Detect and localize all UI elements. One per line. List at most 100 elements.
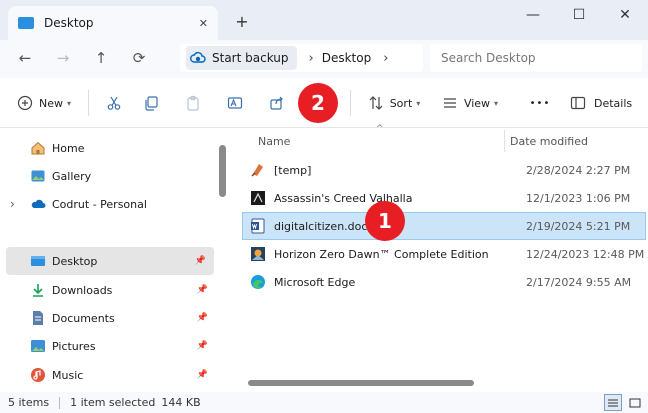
game-shortcut-icon [250, 190, 266, 206]
file-name: Horizon Zero Dawn™ Complete Edition [274, 247, 489, 261]
file-date: 12/1/2023 1:06 PM [526, 191, 631, 205]
rename-icon [227, 97, 243, 109]
sidebar-item-home[interactable]: Home [30, 134, 216, 162]
scissors-icon [107, 96, 121, 110]
back-button[interactable]: ← [6, 42, 44, 74]
edge-browser-icon [250, 274, 266, 290]
selection-status: 1 item selected [70, 396, 156, 409]
sidebar-item-onedrive[interactable]: Codrut - Personal [30, 190, 216, 218]
home-icon [30, 140, 46, 156]
sort-icon [369, 96, 383, 110]
sidebar-item-label: Gallery [52, 169, 92, 183]
forward-button[interactable]: → [44, 42, 82, 74]
view-button[interactable]: View ▾ [436, 87, 504, 119]
refresh-button[interactable]: ⟳ [120, 42, 158, 74]
sort-button[interactable]: Sort ▾ [362, 87, 426, 119]
file-name: [temp] [274, 163, 312, 177]
clipboard-icon [187, 95, 199, 111]
sort-label: Sort [389, 96, 413, 110]
horizontal-scroll-thumb[interactable] [248, 380, 474, 386]
callout-one: 1 [365, 201, 405, 241]
minimize-button[interactable]: — [510, 0, 556, 30]
pin-icon: 📌 [196, 341, 208, 351]
breadcrumb-desktop[interactable]: Desktop [322, 51, 372, 65]
sidebar-item-label: Downloads [52, 283, 113, 297]
details-view-toggle[interactable] [604, 394, 622, 411]
pictures-icon [30, 338, 46, 354]
sidebar-item-label: Codrut - Personal [52, 197, 147, 211]
breadcrumb-start-backup[interactable]: Start backup [186, 46, 297, 70]
pin-icon: 📌 [196, 313, 208, 323]
documents-icon [30, 310, 46, 326]
pin-icon: 📌 [194, 256, 206, 266]
chevron-down-icon: ▾ [494, 98, 499, 108]
onedrive-cloud-icon [30, 196, 46, 212]
column-header-date[interactable]: Date modified [502, 135, 588, 148]
sidebar-item-downloads[interactable]: Downloads 📌 [30, 276, 216, 304]
share-icon [270, 96, 283, 110]
new-label: New [38, 96, 63, 110]
new-tab-button[interactable]: + [232, 8, 252, 34]
column-divider[interactable] [504, 130, 505, 152]
file-row[interactable]: [temp] 2/28/2024 2:27 PM [242, 156, 646, 184]
search-input[interactable]: Search Desktop [430, 44, 642, 72]
tab-title: Desktop [44, 16, 94, 30]
sidebar-item-label: Documents [52, 311, 115, 325]
up-button[interactable]: ↑ [82, 42, 120, 74]
rename-button[interactable] [214, 87, 256, 119]
toolbar-divider [350, 90, 351, 116]
pin-icon: 📌 [196, 285, 208, 295]
sidebar-item-gallery[interactable]: Gallery [30, 162, 216, 190]
more-options-button[interactable]: ••• [520, 87, 560, 119]
sidebar-item-label: Pictures [52, 339, 96, 353]
word-document-icon [250, 218, 266, 234]
new-button[interactable]: New ▾ [12, 87, 76, 119]
sidebar-item-documents[interactable]: Documents 📌 [30, 304, 216, 332]
close-window-button[interactable]: ✕ [602, 0, 648, 30]
expand-chevron-icon[interactable]: › [10, 190, 15, 218]
sidebar-item-music[interactable]: Music 📌 [30, 361, 216, 389]
copy-icon [145, 96, 158, 111]
details-pane-icon [570, 96, 586, 110]
paste-button[interactable] [172, 87, 214, 119]
column-header-name[interactable]: Name [248, 135, 502, 148]
backup-cloud-icon [190, 51, 206, 63]
chevron-down-icon: ▾ [66, 98, 71, 108]
chevron-down-icon: ▾ [416, 98, 421, 108]
file-row[interactable]: Horizon Zero Dawn™ Complete Edition 12/2… [242, 240, 646, 268]
sidebar-item-label: Music [52, 368, 84, 382]
share-button[interactable] [256, 87, 298, 119]
details-view-icon [608, 399, 618, 406]
details-label: Details [594, 96, 633, 110]
sidebar-item-label: Home [52, 141, 85, 155]
file-date: 2/17/2024 9:55 AM [526, 275, 632, 289]
address-bar[interactable]: Start backup › Desktop › [180, 44, 423, 72]
file-row[interactable]: Assassin's Creed Valhalla 12/1/2023 1:06… [242, 184, 646, 212]
file-row-selected[interactable]: digitalcitizen.docx 2/19/2024 5:21 PM [242, 212, 646, 240]
status-divider [59, 396, 61, 409]
item-count: 5 items [8, 396, 50, 409]
sidebar-scroll-thumb[interactable] [219, 145, 226, 197]
cut-button[interactable] [98, 87, 130, 119]
pin-icon: 📌 [196, 370, 208, 380]
sidebar-item-desktop[interactable]: Desktop 📌 [6, 247, 214, 275]
tiles-view-toggle[interactable] [626, 394, 644, 411]
tab-desktop[interactable]: Desktop ✕ [8, 6, 218, 40]
file-row[interactable]: Microsoft Edge 2/17/2024 9:55 AM [242, 268, 646, 296]
folder-shortcut-icon [250, 162, 266, 178]
file-date: 2/28/2024 2:27 PM [526, 163, 631, 177]
tiles-view-icon [629, 398, 641, 407]
maximize-button[interactable]: ☐ [556, 0, 602, 30]
sidebar-item-pictures[interactable]: Pictures 📌 [30, 332, 216, 360]
copy-button[interactable] [130, 87, 172, 119]
selection-size: 144 KB [161, 396, 201, 409]
breadcrumb-separator: › [308, 50, 314, 66]
breadcrumb-chevron[interactable]: › [383, 51, 388, 66]
breadcrumb-label: Start backup [212, 51, 289, 65]
status-bar: 5 items 1 item selected 144 KB [0, 392, 648, 413]
details-button[interactable]: Details [570, 87, 632, 119]
music-icon [30, 367, 46, 383]
view-list-icon [443, 98, 456, 108]
desktop-folder-icon [18, 17, 34, 29]
close-tab-icon[interactable]: ✕ [199, 17, 208, 30]
